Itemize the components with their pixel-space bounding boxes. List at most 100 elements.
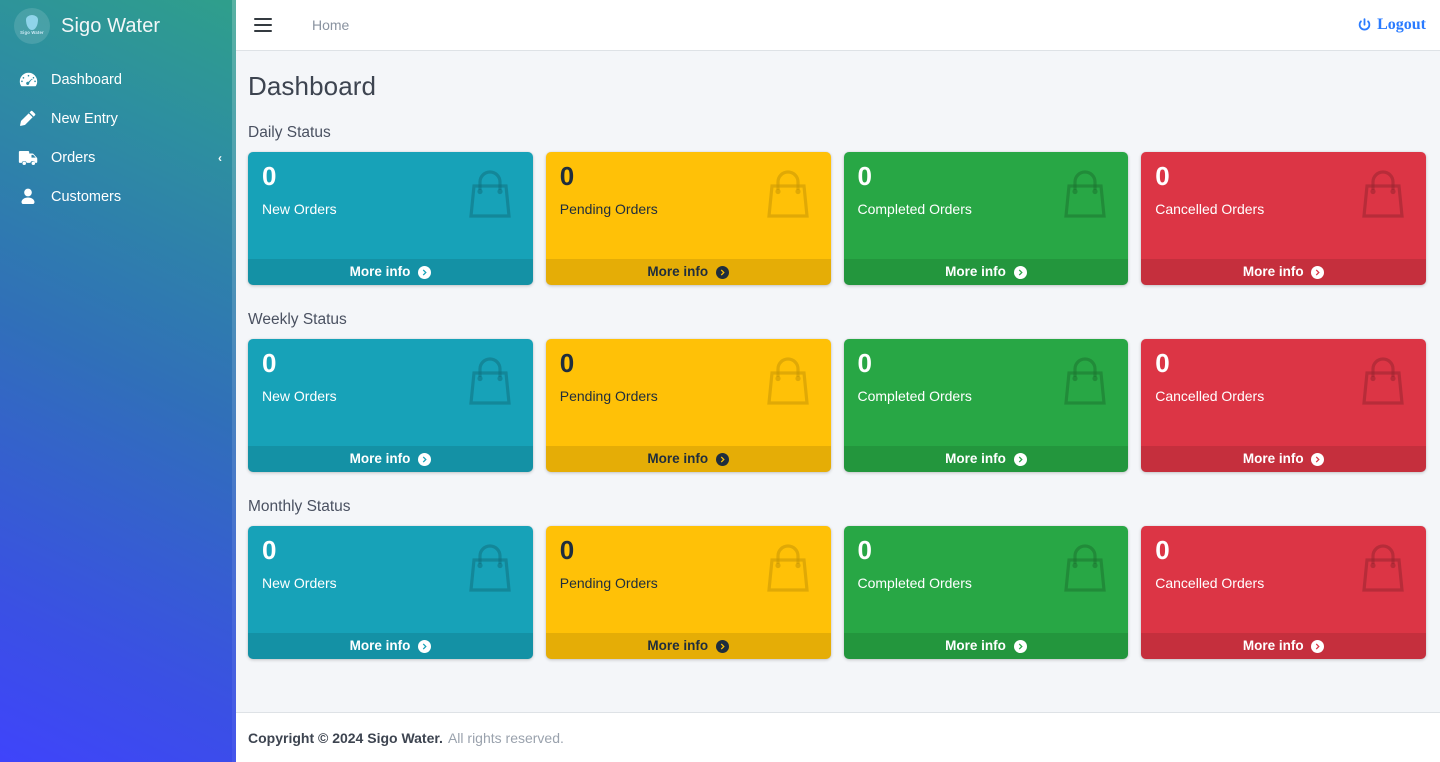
- stat-card-body: 0 Pending Orders: [546, 152, 831, 218]
- stat-label: Cancelled Orders: [1155, 576, 1412, 591]
- arrow-circle-right-icon: [1014, 453, 1027, 466]
- stat-card-new-orders[interactable]: 0 New Orders More info: [248, 339, 533, 472]
- stat-card-body: 0 Completed Orders: [844, 152, 1129, 218]
- topbar: Home Logout: [236, 0, 1440, 51]
- more-info-link[interactable]: More info: [1141, 446, 1426, 472]
- water-drop-shape: [26, 15, 38, 30]
- stat-value: 0: [1155, 350, 1412, 377]
- stat-card-pending-orders[interactable]: 0 Pending Orders More info: [546, 339, 831, 472]
- arrow-circle-right-icon: [716, 453, 729, 466]
- chevron-left-icon[interactable]: ‹: [218, 152, 222, 164]
- stat-label: Cancelled Orders: [1155, 389, 1412, 404]
- stat-card-completed-orders[interactable]: 0 Completed Orders More info: [844, 339, 1129, 472]
- app-root: Sigo Water Sigo Water Dashboard: [0, 0, 1440, 762]
- content-area: Dashboard Daily Status: [236, 51, 1440, 712]
- arrow-circle-right-icon: [1311, 453, 1324, 466]
- arrow-circle-right-icon: [716, 266, 729, 279]
- more-info-label: More info: [350, 264, 411, 279]
- stat-card-body: 0 Pending Orders: [546, 339, 831, 405]
- section-title: Weekly Status: [248, 311, 1426, 329]
- stat-value: 0: [560, 163, 817, 190]
- hamburger-bar: [254, 24, 272, 26]
- arrow-circle-right-icon: [716, 640, 729, 653]
- card-row: 0 New Orders More info: [248, 152, 1426, 285]
- more-info-link[interactable]: More info: [844, 633, 1129, 659]
- stat-card-body: 0 Cancelled Orders: [1141, 339, 1426, 405]
- stat-value: 0: [1155, 163, 1412, 190]
- more-info-label: More info: [350, 451, 411, 466]
- brand[interactable]: Sigo Water Sigo Water: [0, 0, 236, 52]
- more-info-link[interactable]: More info: [546, 633, 831, 659]
- more-info-label: More info: [945, 638, 1006, 653]
- sidebar-item-dashboard[interactable]: Dashboard: [0, 60, 236, 99]
- more-info-link[interactable]: More info: [248, 259, 533, 285]
- footer-rights: All rights reserved.: [448, 730, 564, 746]
- main-area: Home Logout Dashboard Daily Status: [236, 0, 1440, 762]
- sidebar-item-orders[interactable]: Orders ‹: [0, 138, 236, 177]
- stat-card-new-orders[interactable]: 0 New Orders More info: [248, 526, 533, 659]
- stat-label: Cancelled Orders: [1155, 202, 1412, 217]
- card-row: 0 New Orders More info: [248, 526, 1426, 659]
- stat-value: 0: [262, 537, 519, 564]
- breadcrumb-home[interactable]: Home: [312, 17, 349, 33]
- more-info-label: More info: [647, 451, 708, 466]
- section-weekly-status: Weekly Status 0: [248, 311, 1426, 472]
- more-info-link[interactable]: More info: [844, 259, 1129, 285]
- stat-value: 0: [262, 163, 519, 190]
- stat-label: Pending Orders: [560, 202, 817, 217]
- more-info-link[interactable]: More info: [1141, 259, 1426, 285]
- section-title: Daily Status: [248, 124, 1426, 142]
- stat-label: Pending Orders: [560, 389, 817, 404]
- section-daily-status: Daily Status 0: [248, 124, 1426, 285]
- arrow-circle-right-icon: [1014, 640, 1027, 653]
- stat-value: 0: [1155, 537, 1412, 564]
- more-info-link[interactable]: More info: [546, 446, 831, 472]
- stat-card-cancelled-orders[interactable]: 0 Cancelled Orders More info: [1141, 152, 1426, 285]
- more-info-link[interactable]: More info: [844, 446, 1129, 472]
- stat-card-body: 0 New Orders: [248, 526, 533, 592]
- sidebar-item-customers[interactable]: Customers: [0, 177, 236, 216]
- stat-label: New Orders: [262, 202, 519, 217]
- more-info-link[interactable]: More info: [248, 633, 533, 659]
- arrow-circle-right-icon: [1014, 266, 1027, 279]
- sidebar-item-label: Customers: [51, 189, 222, 205]
- stat-card-body: 0 Pending Orders: [546, 526, 831, 592]
- more-info-link[interactable]: More info: [546, 259, 831, 285]
- stat-card-new-orders[interactable]: 0 New Orders More info: [248, 152, 533, 285]
- logout-label: Logout: [1377, 16, 1426, 34]
- stat-card-completed-orders[interactable]: 0 Completed Orders More info: [844, 526, 1129, 659]
- stat-card-pending-orders[interactable]: 0 Pending Orders More info: [546, 526, 831, 659]
- stat-label: New Orders: [262, 389, 519, 404]
- section-title: Monthly Status: [248, 498, 1426, 516]
- more-info-label: More info: [350, 638, 411, 653]
- water-drop-icon: Sigo Water: [14, 8, 50, 44]
- stat-card-cancelled-orders[interactable]: 0 Cancelled Orders More info: [1141, 526, 1426, 659]
- hamburger-bar: [254, 30, 272, 32]
- stat-card-body: 0 Completed Orders: [844, 339, 1129, 405]
- stat-value: 0: [560, 350, 817, 377]
- stat-label: New Orders: [262, 576, 519, 591]
- stat-card-pending-orders[interactable]: 0 Pending Orders More info: [546, 152, 831, 285]
- hamburger-icon[interactable]: [254, 18, 272, 32]
- sidebar-item-label: Orders: [51, 150, 206, 166]
- user-icon: [17, 188, 39, 206]
- arrow-circle-right-icon: [418, 640, 431, 653]
- footer-copyright: Copyright © 2024 Sigo Water.: [248, 730, 443, 746]
- more-info-label: More info: [1243, 264, 1304, 279]
- card-row: 0 New Orders More info: [248, 339, 1426, 472]
- stat-card-body: 0 Cancelled Orders: [1141, 152, 1426, 218]
- more-info-link[interactable]: More info: [248, 446, 533, 472]
- stat-card-body: 0 New Orders: [248, 339, 533, 405]
- stat-value: 0: [560, 537, 817, 564]
- more-info-label: More info: [945, 451, 1006, 466]
- pencil-icon: [17, 110, 39, 128]
- logout-button[interactable]: Logout: [1357, 16, 1426, 34]
- more-info-label: More info: [1243, 638, 1304, 653]
- arrow-circle-right-icon: [1311, 266, 1324, 279]
- sidebar-item-new-entry[interactable]: New Entry: [0, 99, 236, 138]
- brand-title: Sigo Water: [61, 15, 160, 38]
- page-title: Dashboard: [248, 51, 1426, 102]
- stat-card-cancelled-orders[interactable]: 0 Cancelled Orders More info: [1141, 339, 1426, 472]
- stat-card-completed-orders[interactable]: 0 Completed Orders More info: [844, 152, 1129, 285]
- more-info-link[interactable]: More info: [1141, 633, 1426, 659]
